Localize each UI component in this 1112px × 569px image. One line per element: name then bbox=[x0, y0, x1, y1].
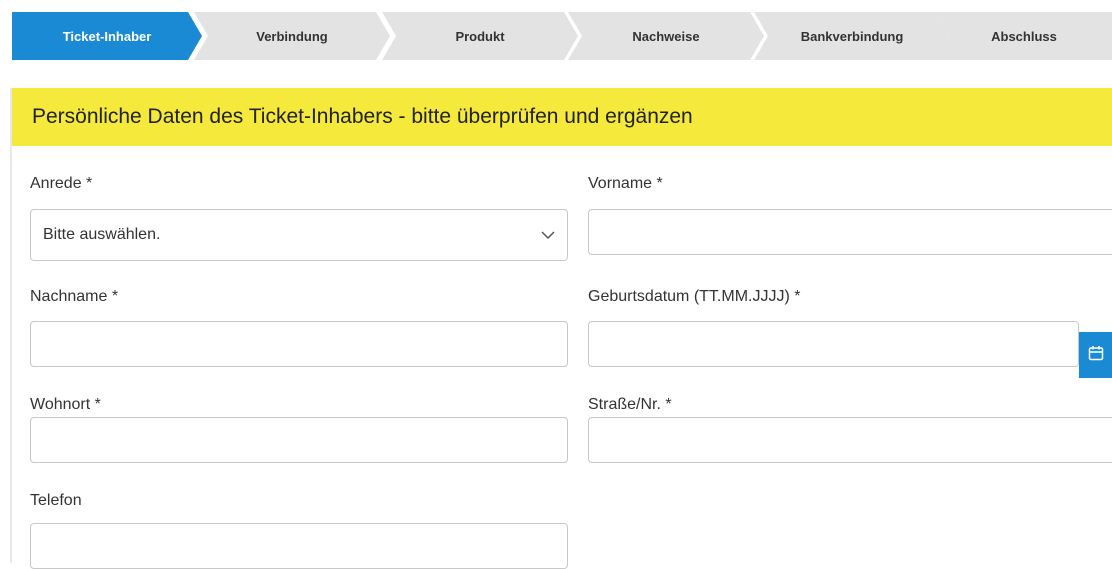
anrede-select-value: Bitte auswählen. bbox=[43, 226, 161, 243]
section-title: Persönliche Daten des Ticket-Inhabers - … bbox=[12, 88, 1112, 146]
step-produkt[interactable]: Produkt bbox=[382, 12, 578, 60]
anrede-label: Anrede * bbox=[30, 175, 93, 192]
telefon-input[interactable] bbox=[30, 523, 568, 569]
vorname-input[interactable] bbox=[588, 209, 1112, 255]
anrede-select[interactable]: Bitte auswählen. bbox=[30, 209, 568, 261]
step-abschluss[interactable]: Abschluss bbox=[936, 12, 1112, 60]
nachname-input[interactable] bbox=[30, 321, 568, 367]
geburtsdatum-input[interactable] bbox=[588, 321, 1079, 367]
geburtsdatum-label: Geburtsdatum (TT.MM.JJJJ) * bbox=[588, 288, 801, 305]
strasse-label: Straße/Nr. * bbox=[588, 396, 672, 413]
strasse-input[interactable] bbox=[588, 417, 1112, 463]
step-bankverbindung[interactable]: Bankverbindung bbox=[754, 12, 950, 60]
nachname-label: Nachname * bbox=[30, 288, 119, 305]
wohnort-input[interactable] bbox=[30, 417, 568, 463]
step-ticket-inhaber[interactable]: Ticket-Inhaber bbox=[12, 12, 202, 60]
step-verbindung[interactable]: Verbindung bbox=[194, 12, 390, 60]
calendar-icon bbox=[1088, 345, 1104, 366]
progress-steps: Ticket-Inhaber Verbindung Produkt Nachwe… bbox=[12, 12, 1112, 60]
telefon-label: Telefon bbox=[30, 492, 82, 509]
vorname-label: Vorname * bbox=[588, 175, 663, 192]
wohnort-label: Wohnort * bbox=[30, 396, 101, 413]
panel-border bbox=[10, 88, 12, 563]
step-nachweise[interactable]: Nachweise bbox=[568, 12, 764, 60]
chevron-down-icon bbox=[541, 228, 555, 242]
datepicker-button[interactable] bbox=[1079, 332, 1112, 378]
section-title-text: Persönliche Daten des Ticket-Inhabers - … bbox=[32, 105, 693, 128]
